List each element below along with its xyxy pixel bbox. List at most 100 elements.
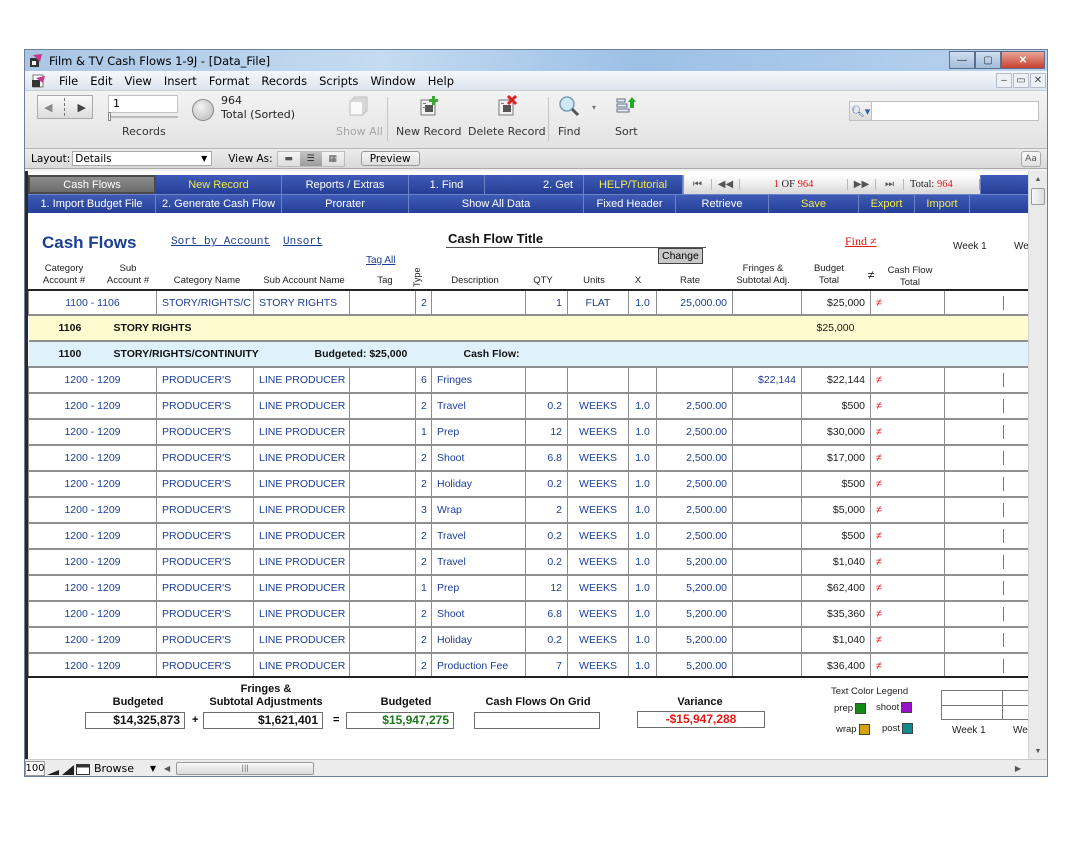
- budget-total-cell[interactable]: $22,144: [801, 366, 871, 394]
- x-cell[interactable]: 1.0: [628, 522, 657, 550]
- category-name-cell[interactable]: PRODUCER'S: [156, 600, 254, 628]
- tag-cell[interactable]: [349, 418, 416, 446]
- not-equal-flag[interactable]: ≠: [870, 366, 945, 394]
- menu-file[interactable]: File: [53, 74, 84, 88]
- unsort-link[interactable]: Unsort: [283, 236, 323, 248]
- budget-total-cell[interactable]: $1,040: [801, 548, 871, 576]
- cash-flow-total-cell[interactable]: [944, 444, 1029, 472]
- type-cell[interactable]: 1: [415, 418, 432, 446]
- fringes-cell[interactable]: [732, 574, 802, 602]
- type-cell[interactable]: 2: [415, 600, 432, 628]
- category-name-cell[interactable]: PRODUCER'S: [156, 444, 254, 472]
- rate-cell[interactable]: [656, 366, 733, 394]
- menu-scripts[interactable]: Scripts: [313, 74, 364, 88]
- fringes-cell[interactable]: [732, 522, 802, 550]
- type-cell[interactable]: 2: [415, 392, 432, 420]
- category-name-cell[interactable]: PRODUCER'S: [156, 366, 254, 394]
- not-equal-flag[interactable]: ≠: [870, 522, 945, 550]
- account-cell[interactable]: 1200 - 1209: [28, 600, 157, 628]
- document-minimize-button[interactable]: –: [996, 73, 1012, 88]
- units-cell[interactable]: WEEKS: [567, 548, 629, 576]
- description-cell[interactable]: Prep: [431, 574, 526, 602]
- category-name-cell[interactable]: PRODUCER'S: [156, 470, 254, 498]
- qty-cell[interactable]: 1: [525, 291, 568, 316]
- vertical-scroll-thumb[interactable]: [1031, 188, 1045, 205]
- window-close-button[interactable]: ✕: [1001, 51, 1045, 69]
- description-cell[interactable]: Travel: [431, 548, 526, 576]
- zoom-level[interactable]: 100: [25, 760, 45, 776]
- description-cell[interactable]: Travel: [431, 392, 526, 420]
- rate-cell[interactable]: 5,200.00: [656, 548, 733, 576]
- find-dropdown-icon[interactable]: ▾: [592, 103, 596, 112]
- tag-cell[interactable]: [349, 626, 416, 654]
- qty-cell[interactable]: 0.2: [525, 626, 568, 654]
- budget-total-cell[interactable]: $62,400: [801, 574, 871, 602]
- budget-total-cell[interactable]: $17,000: [801, 444, 871, 472]
- category-name-cell[interactable]: PRODUCER'S: [156, 626, 254, 654]
- type-cell[interactable]: 6: [415, 366, 432, 394]
- previous-record-icon[interactable]: ◀: [44, 101, 52, 114]
- fringes-cell[interactable]: [732, 496, 802, 524]
- nav-find-button[interactable]: 1. Find: [409, 175, 485, 194]
- tag-cell[interactable]: [349, 548, 416, 576]
- account-cell[interactable]: 1200 - 1209: [28, 626, 157, 654]
- fringes-cell[interactable]: [732, 470, 802, 498]
- x-cell[interactable]: 1.0: [628, 496, 657, 524]
- description-cell[interactable]: Holiday: [431, 470, 526, 498]
- sub-account-name-cell[interactable]: LINE PRODUCER: [253, 470, 350, 498]
- tag-all-link[interactable]: Tag All: [366, 255, 395, 266]
- nav-fixed-header-button[interactable]: Fixed Header: [584, 195, 676, 213]
- next-record-icon[interactable]: ▶: [78, 101, 86, 114]
- menu-insert[interactable]: Insert: [158, 74, 203, 88]
- account-cell[interactable]: 1200 - 1209: [28, 496, 157, 524]
- nav-reports-extras-button[interactable]: Reports / Extras: [282, 175, 409, 194]
- account-cell[interactable]: 1200 - 1209: [28, 392, 157, 420]
- tag-cell[interactable]: [349, 366, 416, 394]
- budget-total-cell[interactable]: $5,000: [801, 496, 871, 524]
- layout-dropdown[interactable]: Details ▼: [72, 151, 213, 166]
- document-close-button[interactable]: ✕: [1030, 73, 1046, 88]
- fringes-cell[interactable]: [732, 392, 802, 420]
- cash-flow-total-cell[interactable]: [944, 496, 1029, 524]
- nav-generate-cash-flow-button[interactable]: 2. Generate Cash Flow: [156, 195, 282, 213]
- fringes-cell[interactable]: [732, 444, 802, 472]
- window-maximize-button[interactable]: ▢: [975, 51, 1001, 69]
- menu-format[interactable]: Format: [203, 74, 256, 88]
- description-cell[interactable]: Shoot: [431, 444, 526, 472]
- nav-import-button[interactable]: Import: [915, 195, 970, 213]
- category-name-cell[interactable]: PRODUCER'S: [156, 548, 254, 576]
- description-cell[interactable]: Prep: [431, 418, 526, 446]
- tag-cell[interactable]: [349, 600, 416, 628]
- units-cell[interactable]: WEEKS: [567, 496, 629, 524]
- current-record-input[interactable]: 1: [108, 95, 178, 113]
- units-cell[interactable]: FLAT: [567, 291, 629, 316]
- rate-cell[interactable]: 2,500.00: [656, 496, 733, 524]
- scroll-right-icon[interactable]: ▶: [1015, 764, 1021, 773]
- description-cell[interactable]: Holiday: [431, 626, 526, 654]
- cash-flow-total-cell[interactable]: [944, 392, 1029, 420]
- scroll-up-icon[interactable]: ▲: [1029, 171, 1047, 188]
- x-cell[interactable]: 1.0: [628, 626, 657, 654]
- menu-edit[interactable]: Edit: [84, 74, 118, 88]
- not-equal-flag[interactable]: ≠: [870, 444, 945, 472]
- cash-flow-total-cell[interactable]: [944, 600, 1029, 628]
- account-cell[interactable]: 1200 - 1209: [28, 444, 157, 472]
- category-name-cell[interactable]: STORY/RIGHTS/C: [156, 291, 254, 316]
- next-record-button[interactable]: ▶▶: [848, 179, 876, 190]
- not-equal-flag[interactable]: ≠: [870, 548, 945, 576]
- cash-flow-total-cell[interactable]: [944, 522, 1029, 550]
- find-not-equal-link[interactable]: Find ≠: [845, 234, 877, 249]
- account-cell[interactable]: 1200 - 1209: [28, 574, 157, 602]
- sort-by-account-link[interactable]: Sort by Account: [171, 236, 270, 248]
- qty-cell[interactable]: 0.2: [525, 522, 568, 550]
- units-cell[interactable]: WEEKS: [567, 470, 629, 498]
- type-cell[interactable]: 2: [415, 470, 432, 498]
- description-cell[interactable]: Shoot: [431, 600, 526, 628]
- sub-account-name-cell[interactable]: STORY RIGHTS: [253, 291, 350, 316]
- tag-cell[interactable]: [349, 496, 416, 524]
- not-equal-flag[interactable]: ≠: [870, 600, 945, 628]
- tag-cell[interactable]: [349, 470, 416, 498]
- x-cell[interactable]: 1.0: [628, 444, 657, 472]
- horizontal-scroll-thumb[interactable]: |||: [176, 761, 315, 775]
- rate-cell[interactable]: 5,200.00: [656, 626, 733, 654]
